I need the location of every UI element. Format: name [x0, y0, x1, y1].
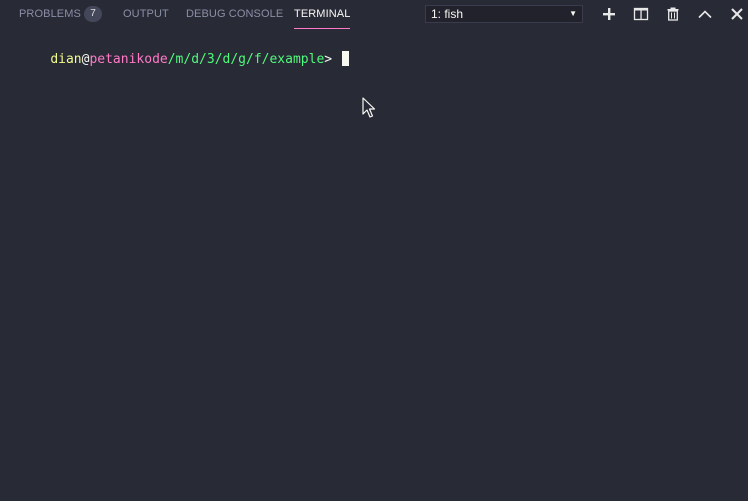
- dropdown-caret-icon: ▼: [569, 9, 577, 18]
- terminal-instance-select[interactable]: 1: fish ▼: [425, 5, 583, 23]
- tab-output[interactable]: OUTPUT: [123, 0, 169, 29]
- split-terminal-button[interactable]: [632, 5, 650, 23]
- prompt-path: /m/d/3/d/g/f/example: [167, 52, 325, 67]
- split-icon: [632, 5, 650, 23]
- prompt-symbol: >: [324, 52, 340, 67]
- tab-output-label: OUTPUT: [123, 8, 169, 20]
- problems-count-badge: 7: [84, 6, 102, 22]
- close-panel-button[interactable]: [728, 5, 746, 23]
- close-icon: [728, 5, 746, 23]
- plus-icon: [600, 5, 618, 23]
- tab-problems[interactable]: PROBLEMS: [19, 0, 81, 29]
- maximize-panel-button[interactable]: [696, 5, 714, 23]
- mouse-pointer-icon: [362, 97, 376, 124]
- new-terminal-button[interactable]: [600, 5, 618, 23]
- prompt-host: petanikode: [89, 52, 168, 67]
- tab-terminal[interactable]: TERMINAL: [294, 0, 351, 29]
- active-tab-indicator: [294, 28, 351, 29]
- terminal-panel: PROBLEMS 7 OUTPUT DEBUG CONSOLE TERMINAL…: [0, 0, 748, 501]
- terminal-instance-selected: 1: fish: [431, 7, 464, 21]
- chevron-up-icon: [696, 5, 714, 23]
- panel-tabbar: PROBLEMS 7 OUTPUT DEBUG CONSOLE TERMINAL…: [0, 0, 748, 29]
- trash-icon: [664, 5, 682, 23]
- tab-debug-console[interactable]: DEBUG CONSOLE: [186, 0, 283, 29]
- tab-debug-console-label: DEBUG CONSOLE: [186, 8, 284, 20]
- tab-problems-label: PROBLEMS: [19, 8, 81, 20]
- prompt-user: dian: [50, 52, 82, 67]
- terminal-cursor: [341, 51, 349, 66]
- kill-terminal-button[interactable]: [664, 5, 682, 23]
- tab-terminal-label: TERMINAL: [294, 8, 351, 20]
- terminal-output[interactable]: dian@petanikode/m/d/3/d/g/f/example>: [19, 34, 349, 85]
